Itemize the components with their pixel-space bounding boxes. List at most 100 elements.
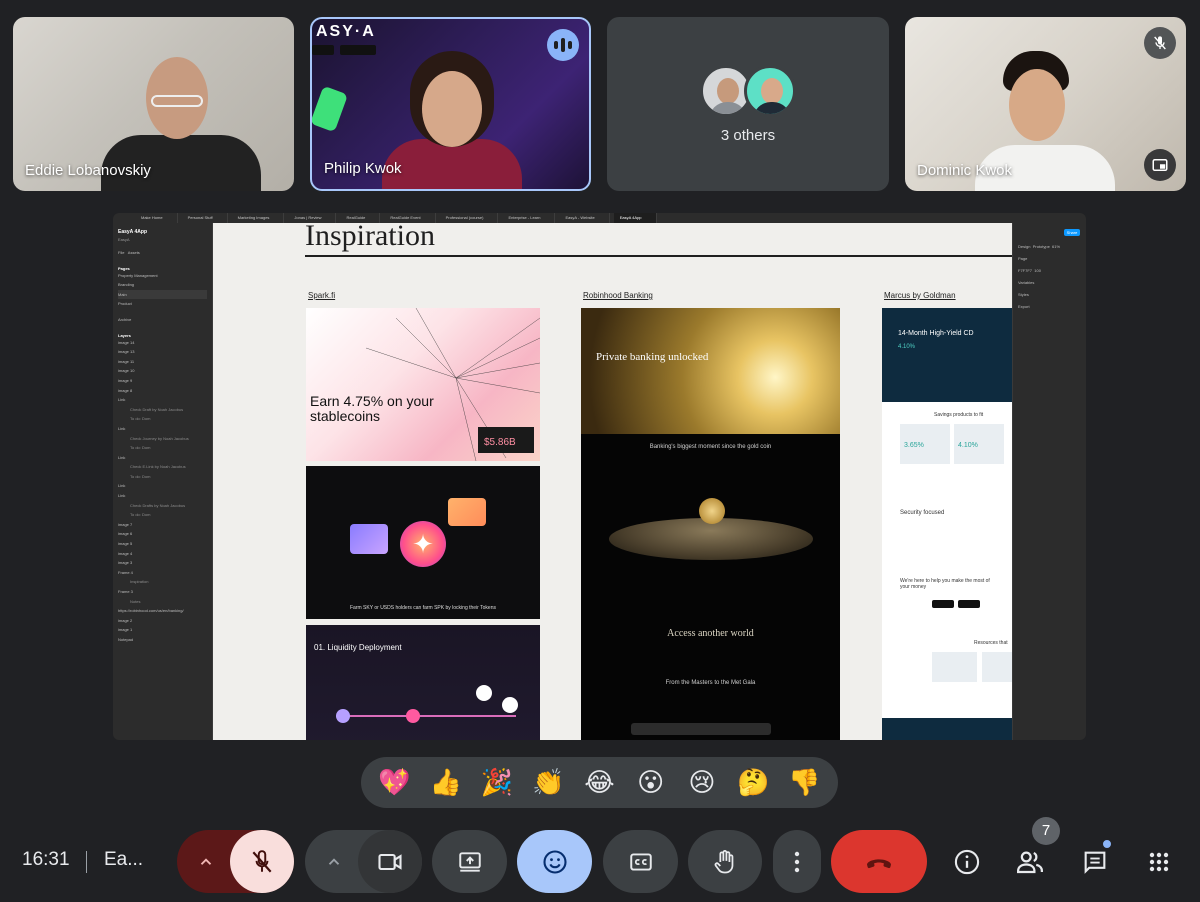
panel-tab-file[interactable]: File [118,250,124,255]
picture-in-picture-icon[interactable] [1144,149,1176,181]
page-item[interactable]: Branding [118,280,207,290]
fill-opacity-value[interactable]: 100 [1034,268,1041,273]
figma-canvas[interactable]: Inspiration Spark.fi Robinhood Banking M… [213,223,1012,740]
page-item[interactable]: Product [118,299,207,309]
reaction-surprised[interactable]: 😮 [631,763,671,803]
layer-item[interactable]: image 1 [118,625,207,635]
raise-hand-button[interactable] [688,830,762,893]
layer-item[interactable]: image 7 [118,520,207,530]
layer-item[interactable]: Link [118,453,207,463]
layer-item[interactable]: Check E.Link by Noah Jacobus [118,462,207,472]
layer-item[interactable]: image 6 [118,529,207,539]
layer-item[interactable]: image 14 [118,338,207,348]
column-label-marcus[interactable]: Marcus by Goldman [884,291,956,300]
reaction-thinking[interactable]: 🤔 [733,763,773,803]
figma-tab[interactable]: Jonas | Review [288,213,337,223]
spark-token-frame[interactable]: ✦ Farm SKY or USDS holders can farm SPK … [306,466,540,619]
marcus-hero-frame[interactable]: 14-Month High-Yield CD 4.10% [882,308,1012,402]
layer-item[interactable]: image 4 [118,549,207,559]
figma-tab[interactable]: EasyA - Website [559,213,610,223]
figma-tab[interactable]: Marketing Images [232,213,285,223]
share-button[interactable]: Share [1064,229,1080,236]
layer-item[interactable]: Frame 3 [118,587,207,597]
video-options-button[interactable] [305,830,363,893]
reaction-clapping[interactable]: 👏 [528,763,568,803]
reactions-button[interactable] [517,830,592,893]
figma-tab[interactable]: RealGuide Event [384,213,436,223]
reaction-thumbs-up[interactable]: 👍 [426,763,466,803]
figma-tab[interactable]: Enterprise - Learn [502,213,556,223]
figma-tab[interactable]: Personal Stuff [182,213,228,223]
prototype-tab[interactable]: Prototype [1033,244,1050,249]
layer-item[interactable]: To do: Dom [118,510,207,520]
page-item[interactable]: Archive [118,315,207,325]
column-label-spark[interactable]: Spark.fi [308,291,335,300]
spark-hero-frame[interactable]: Earn 4.75% on your stablecoins $5.86B [306,308,540,461]
layer-item[interactable]: image 2 [118,616,207,626]
zoom-level[interactable]: 61% [1052,244,1060,249]
layer-item[interactable]: image 9 [118,376,207,386]
reaction-tears-of-joy[interactable]: 😂 [579,763,619,803]
present-screen-button[interactable] [432,830,507,893]
figma-bottom-toolbar[interactable] [631,723,771,735]
panel-tab-assets[interactable]: Assets [128,250,140,255]
page-item[interactable]: Property Management [118,271,207,281]
layer-item[interactable]: To do: Dom [118,414,207,424]
layer-item[interactable]: Link [118,491,207,501]
marcus-content-frame[interactable]: Savings products to fit 3.65% 4.10% Secu… [882,402,1012,740]
camera-toggle-button[interactable] [358,830,422,893]
captions-button[interactable] [603,830,678,893]
reaction-crying[interactable]: 😢 [682,763,722,803]
participant-tile-philip[interactable]: ASY·A Philip Kwok [310,17,591,191]
figma-tab[interactable]: Professional (course) [440,213,499,223]
participant-tile-eddie[interactable]: Eddie Lobanovskiy [13,17,294,191]
layer-item[interactable]: Check Journey by Noah Jacobus [118,434,207,444]
figma-design-panel: Share Design Prototype 61% Page F7F7F7 1… [1012,223,1086,740]
layer-item[interactable]: image 11 [118,357,207,367]
reaction-party-popper[interactable]: 🎉 [477,763,517,803]
layer-item[interactable]: Frame 4 [118,568,207,578]
participant-tile-others[interactable]: 3 others [607,17,889,191]
layer-item[interactable]: Notes [118,597,207,607]
more-options-button[interactable] [773,830,821,893]
activities-button[interactable] [1135,838,1183,886]
reaction-thumbs-down[interactable]: 👎 [784,763,824,803]
reaction-sparkling-heart[interactable]: 💖 [375,763,415,803]
layer-item[interactable]: Check Drafts by Noah Jacobus [118,501,207,511]
spark-liquidity-frame[interactable]: 01. Liquidity Deployment [306,625,540,740]
panel-row[interactable]: Styles [1018,289,1081,301]
leave-call-button[interactable] [831,830,927,893]
layer-item[interactable]: https://robinhood.com/us/en/banking/ [118,606,207,616]
robinhood-coin-frame[interactable]: Banking's biggest moment since the gold … [581,434,840,740]
layer-item[interactable]: To do: Dom [118,472,207,482]
screen-share-presentation[interactable]: Make Home Personal Stuff Marketing Image… [113,213,1086,740]
fill-color-value[interactable]: F7F7F7 [1018,268,1032,273]
layer-item[interactable]: image 3 [118,558,207,568]
page-item-active[interactable]: Main [118,289,207,300]
panel-row[interactable]: Export [1018,301,1081,313]
mic-toggle-button[interactable] [230,830,294,893]
layer-item[interactable]: image 5 [118,539,207,549]
column-label-robinhood[interactable]: Robinhood Banking [583,291,653,300]
robinhood-hero-frame[interactable]: Private banking unlocked [581,308,840,434]
layer-item[interactable]: Check Draft by Noah Jacobus [118,405,207,415]
figma-tab-active[interactable]: EasyA 4App [613,213,657,223]
layer-item[interactable]: image 8 [118,386,207,396]
participant-tile-dominic[interactable]: Dominic Kwok [905,17,1186,191]
panel-row[interactable]: Variables [1018,277,1081,289]
layer-item[interactable]: To do: Dom [118,443,207,453]
figma-tab[interactable]: Make Home [135,213,178,223]
audio-options-button[interactable] [177,830,235,893]
meeting-title[interactable]: Ea... [104,849,143,871]
design-tab[interactable]: Design [1018,244,1030,249]
layer-item[interactable]: Link [118,424,207,434]
meeting-info-button[interactable] [943,838,991,886]
people-button[interactable] [1006,838,1054,886]
layer-item[interactable]: Inspiration [118,577,207,587]
layer-item[interactable]: image 13 [118,347,207,357]
layer-item[interactable]: Link [118,481,207,491]
figma-tab[interactable]: RealGuide [340,213,381,223]
layer-item[interactable]: Link [118,395,207,405]
layer-item[interactable]: image 10 [118,366,207,376]
layer-item[interactable]: Notepad [118,635,207,645]
